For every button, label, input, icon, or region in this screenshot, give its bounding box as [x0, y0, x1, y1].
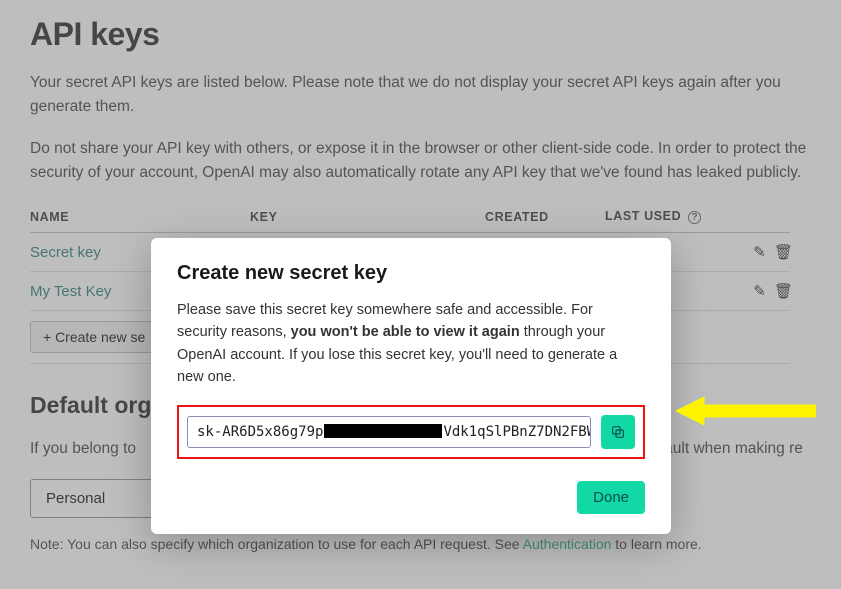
modal-description: Please save this secret key somewhere sa…: [177, 299, 645, 389]
secret-key-field[interactable]: sk-AR6D5x86g79pVdk1qSlPBnZ7DN2FBW: [187, 416, 591, 448]
create-secret-key-modal: Create new secret key Please save this s…: [151, 238, 671, 534]
redacted-segment: [324, 424, 442, 438]
done-button[interactable]: Done: [577, 481, 645, 514]
copy-button[interactable]: [601, 415, 635, 449]
modal-title: Create new secret key: [177, 262, 645, 285]
secret-key-highlight-box: sk-AR6D5x86g79pVdk1qSlPBnZ7DN2FBW: [177, 405, 645, 459]
copy-icon: [610, 424, 626, 440]
